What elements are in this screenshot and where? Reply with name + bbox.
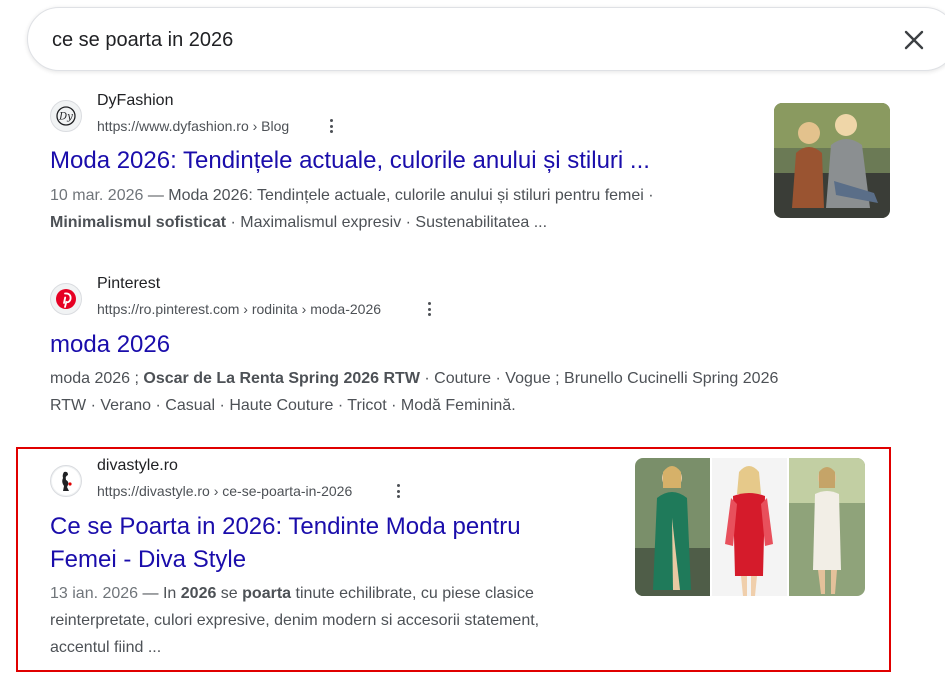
result-title-link[interactable]: Ce se Poarta in 2026: Tendinte Moda pent… (50, 510, 610, 576)
more-vert-icon (427, 302, 431, 305)
site-name: divastyle.ro (97, 457, 178, 474)
site-name: DyFashion (97, 92, 174, 109)
more-options-button[interactable] (390, 481, 406, 501)
search-result: Pinterest https://ro.pinterest.com › rod… (50, 275, 890, 423)
search-result: Dy DyFashion https://www.dyfashion.ro › … (50, 92, 890, 240)
svg-text:Dy: Dy (58, 112, 73, 123)
search-result: divastyle.ro https://divastyle.ro › ce-s… (50, 457, 650, 665)
site-url[interactable]: https://ro.pinterest.com › rodinita › mo… (97, 301, 381, 317)
close-icon (904, 30, 924, 50)
result-snippet: 13 ian. 2026 — In 2026 se poarta tinute … (50, 585, 540, 656)
more-options-button[interactable] (421, 299, 437, 319)
more-options-button[interactable] (323, 116, 339, 136)
search-bar (27, 7, 945, 71)
search-input[interactable] (52, 24, 872, 56)
divastyle-logo-icon (50, 465, 82, 497)
site-name: Pinterest (97, 275, 161, 292)
more-vert-icon (396, 484, 400, 487)
result-snippet: moda 2026 ; Oscar de La Renta Spring 202… (50, 370, 779, 414)
dyfashion-logo-icon: Dy (50, 100, 82, 132)
pinterest-logo-icon (50, 283, 82, 315)
site-url[interactable]: https://divastyle.ro › ce-se-poarta-in-2… (97, 483, 352, 499)
result-title-link[interactable]: Moda 2026: Tendințele actuale, culorile … (50, 144, 650, 177)
result-thumbnail[interactable] (774, 103, 890, 218)
more-vert-icon (329, 119, 333, 122)
result-snippet: 10 mar. 2026 — Moda 2026: Tendințele act… (50, 187, 654, 231)
clear-search-button[interactable] (900, 26, 928, 54)
site-url[interactable]: https://www.dyfashion.ro › Blog (97, 118, 289, 134)
result-title-link[interactable]: moda 2026 (50, 328, 170, 361)
result-thumbnail-group[interactable] (635, 458, 865, 596)
